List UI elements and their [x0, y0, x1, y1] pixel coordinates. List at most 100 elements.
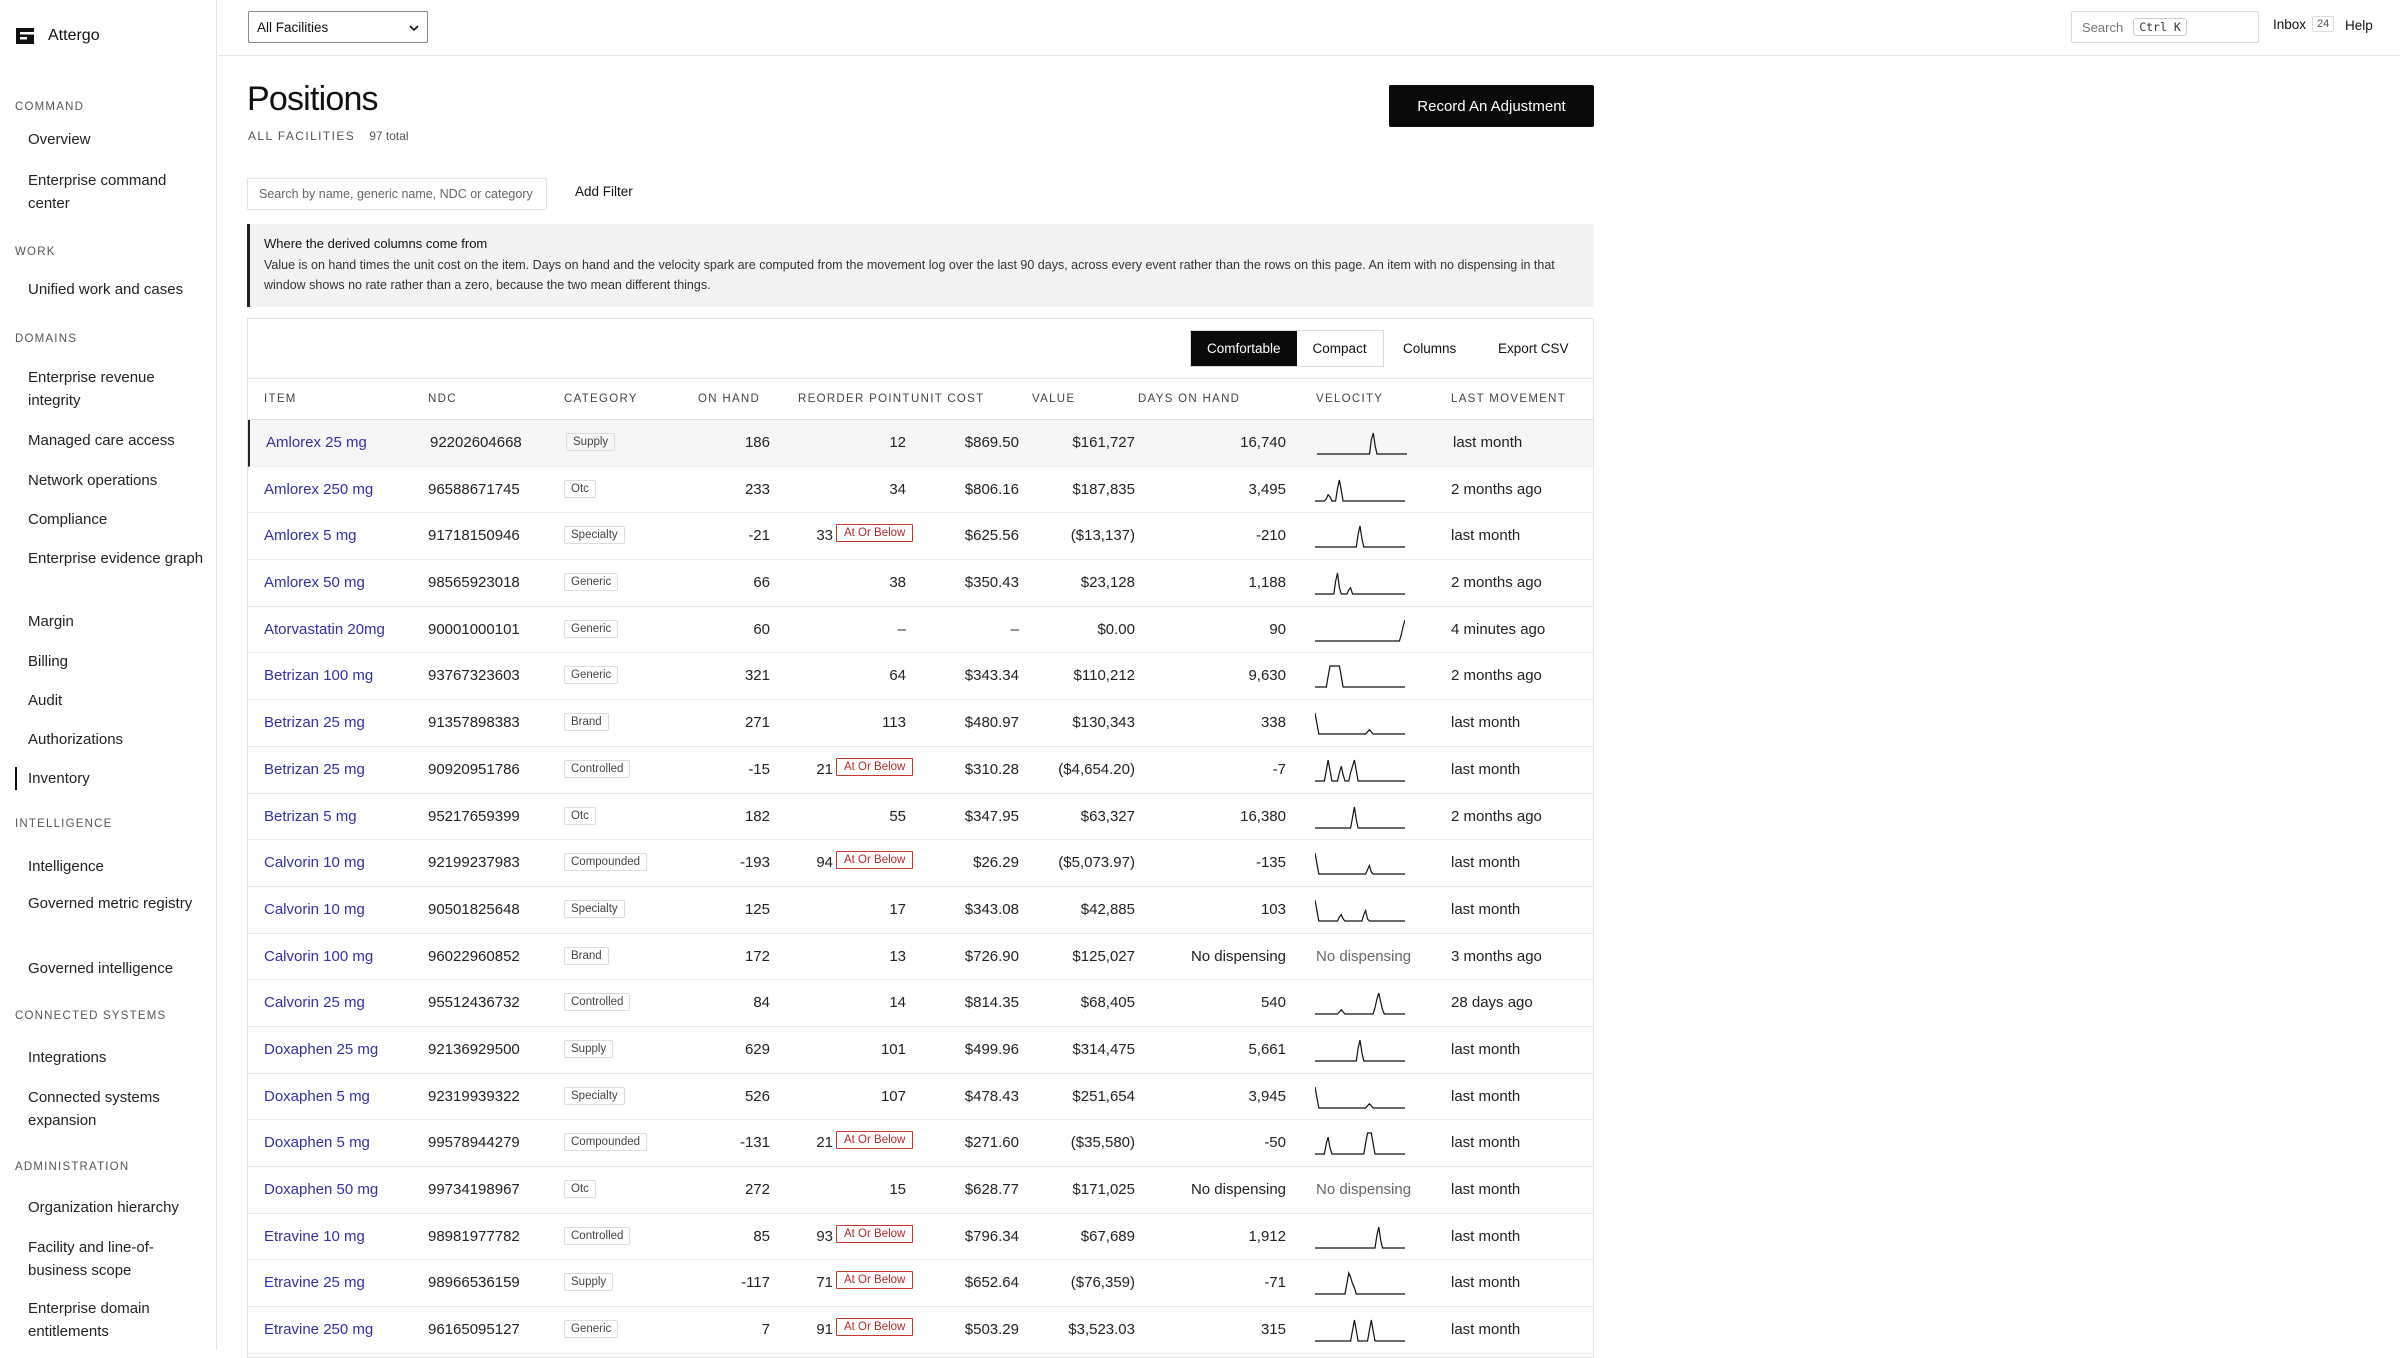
table-row[interactable]: Etravine 250 mg 96165095127 Generic 7 91 $503…: [248, 1307, 1593, 1354]
facility-select[interactable]: All Facilities: [248, 11, 428, 43]
table-row[interactable]: Calvorin 10 mg 90501825648 Specialty 125 17 $…: [248, 887, 1593, 934]
sidebar-item-facility-and-line-of-business-scope[interactable]: Facility and line-of-business scope: [28, 1236, 208, 1282]
item-link[interactable]: Doxaphen 5 mg: [264, 1134, 370, 1151]
table-row[interactable]: Etravine 25 mg 98966536159 Supply -117 71 $65…: [248, 1260, 1593, 1308]
column-header-value[interactable]: VALUE: [1032, 393, 1075, 405]
item-link[interactable]: Amlorex 250 mg: [264, 481, 373, 498]
table-row[interactable]: Calvorin 10 mg 92199237983 Compounded -193 9…: [248, 840, 1593, 887]
item-link[interactable]: Calvorin 25 mg: [264, 994, 365, 1011]
table-row[interactable]: Betrizan 25 mg 90920951786 Controlled -15 21…: [248, 747, 1593, 794]
ndc-cell: 91718150946: [428, 527, 520, 545]
item-link[interactable]: Betrizan 25 mg: [264, 761, 365, 778]
item-link[interactable]: Amlorex 25 mg: [266, 434, 367, 451]
velocity-sparkline: [1315, 853, 1405, 875]
sidebar-item-managed-care-access[interactable]: Managed care access: [28, 429, 208, 452]
sidebar-item-compliance[interactable]: Compliance: [28, 508, 208, 531]
item-link[interactable]: Calvorin 10 mg: [264, 854, 365, 871]
sidebar-item-billing[interactable]: Billing: [28, 650, 208, 673]
item-link[interactable]: Betrizan 5 mg: [264, 808, 357, 825]
table-row[interactable]: Betrizan 100 mg 93767323603 Generic 321 64 $3…: [248, 653, 1593, 701]
sidebar-item-organization-hierarchy[interactable]: Organization hierarchy: [28, 1196, 208, 1219]
item-link[interactable]: Atorvastatin 20mg: [264, 621, 385, 638]
sidebar-item-margin[interactable]: Margin: [28, 610, 208, 633]
sidebar-item-overview[interactable]: Overview: [28, 128, 208, 151]
export-csv-button[interactable]: Export CSV: [1498, 341, 1569, 356]
table-row[interactable]: Betrizan 5 mg 95217659399 Otc 182 55 $347.95 $…: [248, 794, 1593, 841]
sidebar-item-enterprise-revenue-integrity[interactable]: Enterprise revenue integrity: [28, 366, 208, 412]
table-row[interactable]: Atorvastatin 20mg 90001000101 Generic 60 – – $…: [248, 607, 1593, 654]
density-compact-option[interactable]: Compact: [1297, 331, 1383, 366]
brand[interactable]: Attergo: [16, 24, 100, 48]
item-link[interactable]: Etravine 25 mg: [264, 1274, 365, 1291]
help-link[interactable]: Help: [2345, 18, 2373, 33]
column-header-ndc[interactable]: NDC: [428, 393, 457, 405]
item-link[interactable]: Calvorin 10 mg: [264, 901, 365, 918]
sidebar-item-integrations[interactable]: Integrations: [28, 1046, 208, 1069]
item-link[interactable]: Betrizan 25 mg: [264, 714, 365, 731]
item-link[interactable]: Etravine 10 mg: [264, 1228, 365, 1245]
sidebar-item-connected-systems-expansion[interactable]: Connected systems expansion: [28, 1086, 208, 1132]
velocity-sparkline: [1315, 1226, 1405, 1249]
days-on-hand-cell: 9,630: [1248, 667, 1286, 685]
days-on-hand-cell: No dispensing: [1190, 1181, 1286, 1198]
sidebar-item-authorizations[interactable]: Authorizations: [28, 728, 208, 751]
item-link[interactable]: Doxaphen 5 mg: [264, 1088, 370, 1105]
table-row[interactable]: Betrizan 25 mg 91357898383 Brand 271 113 $480…: [248, 700, 1593, 747]
sidebar-item-inventory[interactable]: Inventory: [15, 767, 195, 790]
sidebar-item-unified-work-and-cases[interactable]: Unified work and cases: [28, 278, 208, 301]
column-header-reorder-point[interactable]: REORDER POINT: [798, 393, 911, 405]
velocity-line: [1315, 759, 1405, 782]
value-cell: $251,654: [1072, 1087, 1135, 1105]
sidebar-item-audit[interactable]: Audit: [28, 689, 208, 712]
global-search[interactable]: Search Ctrl K: [2071, 11, 2259, 43]
table-row[interactable]: Amlorex 25 mg 92202604668 Supply 186 12 $869.…: [248, 420, 1593, 467]
sidebar-item-governed-intelligence[interactable]: Governed intelligence: [28, 957, 208, 980]
table-row[interactable]: Etravine 10 mg 98981977782 Controlled 85 93 $…: [248, 1214, 1593, 1261]
column-header-days-on-hand[interactable]: DAYS ON HAND: [1138, 393, 1240, 405]
column-header-on-hand[interactable]: ON HAND: [698, 393, 760, 405]
column-header-category[interactable]: CATEGORY: [564, 393, 638, 405]
table-row[interactable]: Doxaphen 50 mg 99734198967 Otc 272 15 $628.77…: [248, 1167, 1593, 1214]
sidebar-item-enterprise-domain-entitlements[interactable]: Enterprise domain entitlements: [28, 1297, 208, 1343]
item-link[interactable]: Amlorex 5 mg: [264, 527, 357, 544]
table-row[interactable]: Doxaphen 5 mg 92319939322 Specialty 526 107 $…: [248, 1074, 1593, 1121]
ndc-cell: 90501825648: [428, 900, 520, 918]
item-link[interactable]: Etravine 250 mg: [264, 1321, 373, 1338]
sidebar-item-governed-metric-registry[interactable]: Governed metric registry: [28, 892, 208, 915]
column-header-velocity[interactable]: VELOCITY: [1316, 393, 1383, 405]
columns-button[interactable]: Columns: [1403, 341, 1456, 356]
column-header-last-movement[interactable]: LAST MOVEMENT: [1451, 393, 1566, 405]
item-link[interactable]: Doxaphen 50 mg: [264, 1181, 378, 1198]
item-link[interactable]: Betrizan 100 mg: [264, 667, 373, 684]
add-filter-button[interactable]: Add Filter: [575, 184, 633, 199]
sidebar-item-enterprise-command-center[interactable]: Enterprise command center: [28, 169, 208, 215]
on-hand-cell: 233: [744, 480, 770, 498]
item-link[interactable]: Calvorin 100 mg: [264, 948, 373, 965]
days-on-hand-cell: -7: [1272, 760, 1286, 778]
sidebar-item-enterprise-evidence-graph[interactable]: Enterprise evidence graph: [28, 547, 208, 570]
item-link[interactable]: Amlorex 50 mg: [264, 574, 365, 591]
table-row[interactable]: Amlorex 5 mg 91718150946 Specialty -21 33 $62…: [248, 513, 1593, 561]
inbox-link[interactable]: Inbox 24: [2273, 16, 2335, 32]
sidebar-item-intelligence[interactable]: Intelligence: [28, 855, 208, 878]
table-row[interactable]: Calvorin 100 mg 96022960852 Brand 172 13 $726…: [248, 934, 1593, 981]
column-header-unit-cost[interactable]: UNIT COST: [911, 393, 984, 405]
value-cell: ($76,359): [1070, 1274, 1135, 1292]
table-row[interactable]: Amlorex 250 mg 96588671745 Otc 233 34 $806.16…: [248, 467, 1593, 514]
on-hand-cell: 172: [744, 947, 770, 965]
on-hand-cell: -117: [741, 1274, 770, 1292]
days-on-hand-cell: -210: [1255, 527, 1286, 545]
column-header-item[interactable]: ITEM: [264, 393, 297, 405]
ndc-cell: 96588671745: [428, 480, 520, 498]
table-row[interactable]: Doxaphen 25 mg 92136929500 Supply 629 101 $49…: [248, 1027, 1593, 1074]
table-row[interactable]: Doxaphen 5 mg 99578944279 Compounded -131 21…: [248, 1120, 1593, 1167]
category-badge: Brand: [564, 713, 609, 732]
table-row[interactable]: Calvorin 25 mg 95512436732 Controlled 84 14 $…: [248, 980, 1593, 1027]
density-comfortable-option[interactable]: Comfortable: [1191, 331, 1297, 366]
sidebar-item-network-operations[interactable]: Network operations: [28, 469, 208, 492]
item-link[interactable]: Doxaphen 25 mg: [264, 1041, 378, 1058]
table-row[interactable]: Amlorex 50 mg 98565923018 Generic 66 38 $350.…: [248, 560, 1593, 607]
record-adjustment-button[interactable]: Record An Adjustment: [1389, 85, 1594, 127]
positions-search-input[interactable]: Search by name, generic name, NDC or cat…: [247, 178, 547, 210]
on-hand-cell: 271: [744, 714, 770, 732]
